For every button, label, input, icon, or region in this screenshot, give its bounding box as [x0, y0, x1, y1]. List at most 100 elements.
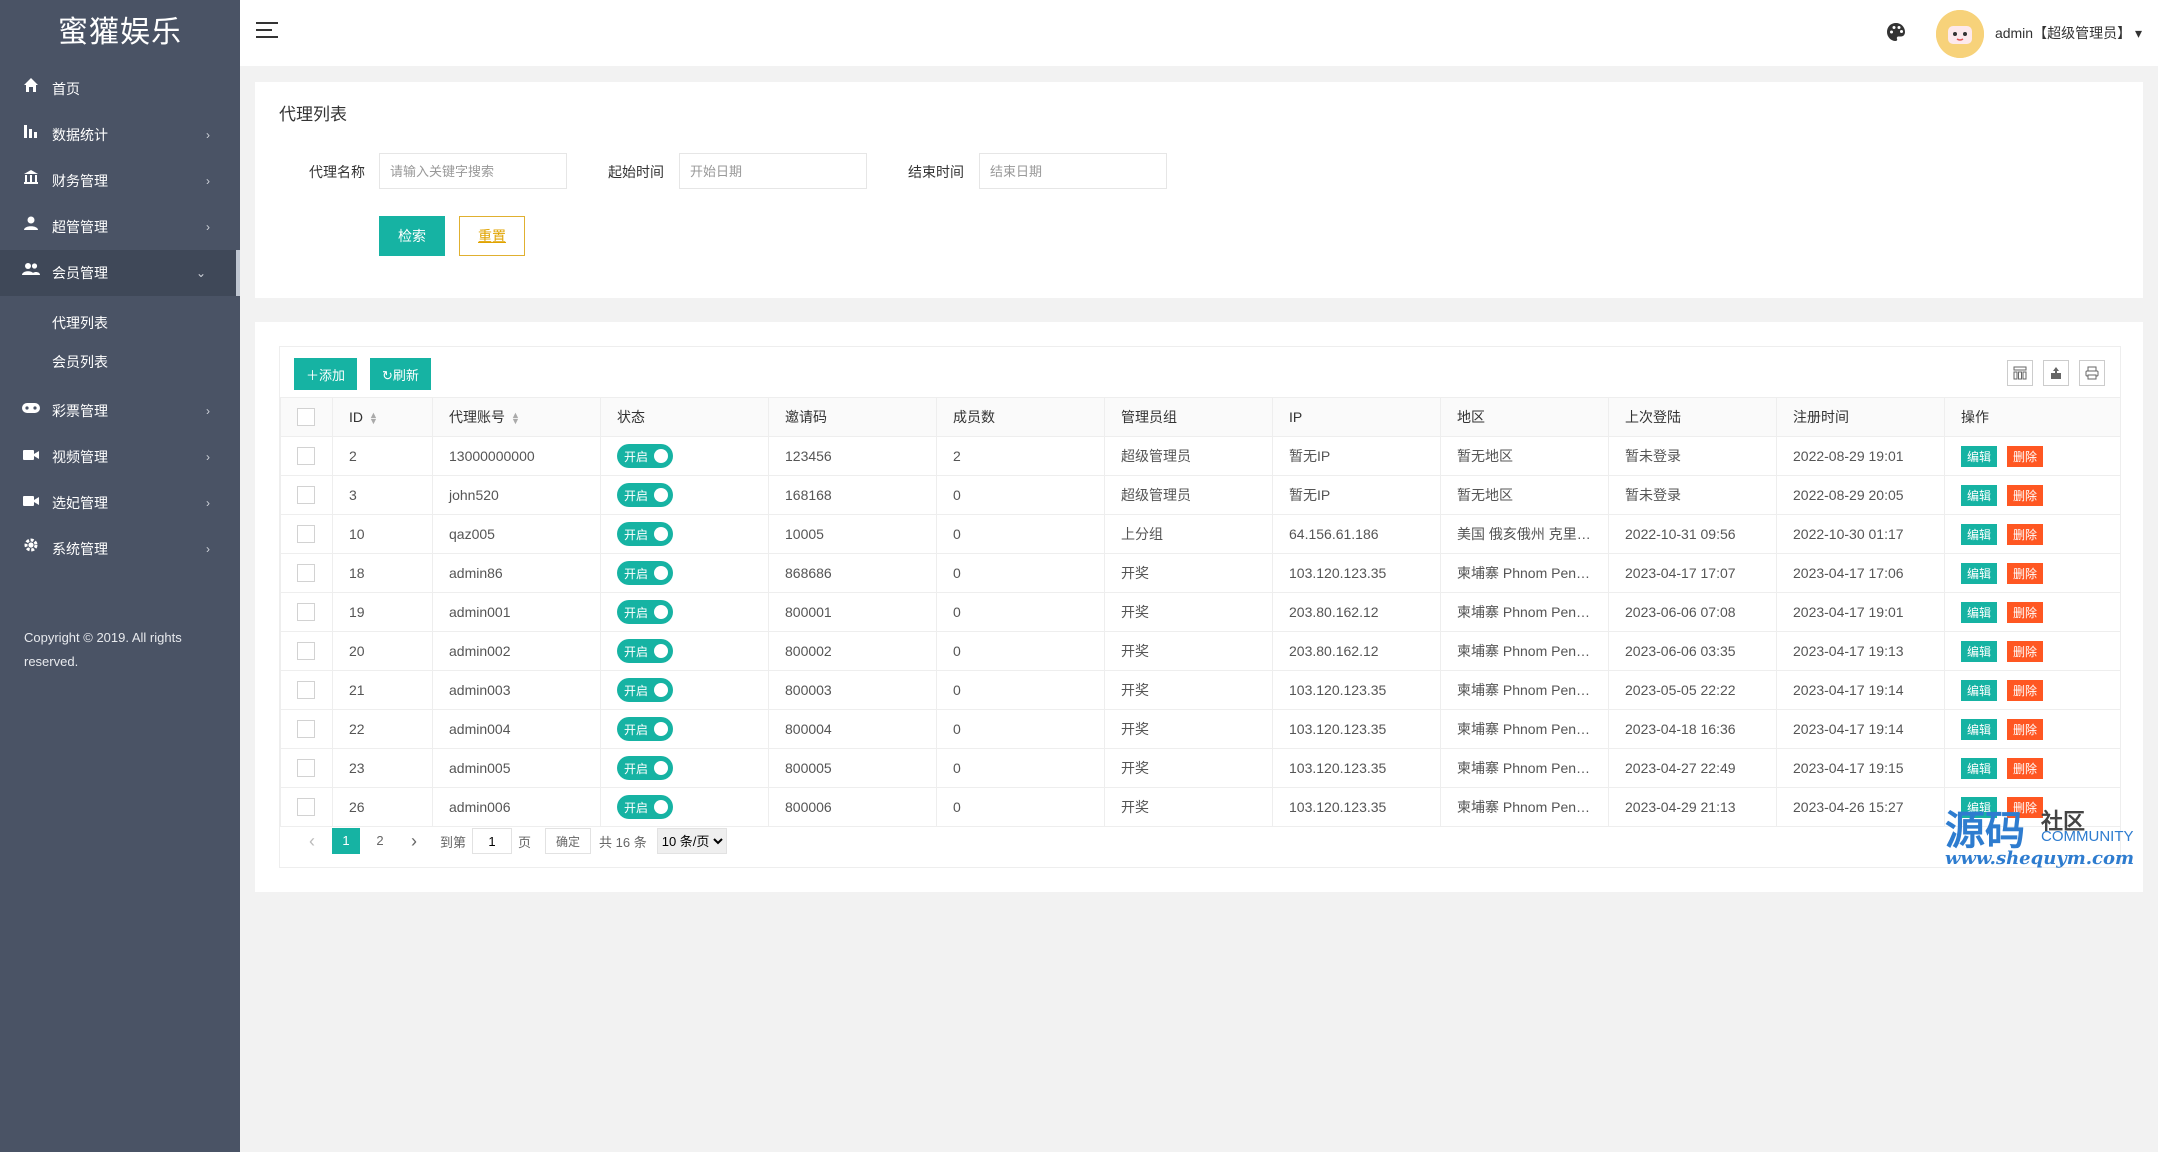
chevron-down-icon: ⌄ — [195, 266, 206, 280]
sidebar-subitem-agent-list[interactable]: 代理列表 — [0, 304, 240, 343]
edit-button[interactable]: 编辑 — [1961, 562, 1998, 584]
end-date-input[interactable] — [979, 153, 1167, 189]
next-page-button[interactable]: › — [400, 828, 428, 854]
status-toggle[interactable]: 开启 — [617, 600, 673, 624]
edit-button[interactable]: 编辑 — [1961, 445, 1998, 467]
sidebar-item-stats[interactable]: 数据统计 › — [0, 112, 240, 158]
sidebar-item-system[interactable]: 系统管理 › — [0, 526, 240, 572]
avatar[interactable] — [1936, 10, 1984, 58]
sidebar-item-members[interactable]: 会员管理 ⌄ — [0, 250, 240, 296]
reset-button[interactable]: 重置 — [459, 216, 525, 256]
edit-button[interactable]: 编辑 — [1961, 757, 1998, 779]
cell-id: 2 — [332, 436, 433, 476]
sidebar-item-finance[interactable]: 财务管理 › — [0, 158, 240, 204]
table-card: ＋添加 ↻刷新 ID ▲ ▼ 代理账号 ▲ ▼ 状态 邀请码 成员数 管理员组 … — [255, 322, 2143, 892]
chevron-right-icon: › — [206, 542, 210, 556]
sidebar-item-label: 视频管理 — [52, 449, 108, 465]
cell-invite-code: 123456 — [768, 436, 937, 476]
status-toggle-label: 开启 — [624, 800, 649, 815]
row-select-cell — [280, 514, 333, 554]
status-toggle[interactable]: 开启 — [617, 678, 673, 702]
edit-button[interactable]: 编辑 — [1961, 484, 1998, 506]
edit-button[interactable]: 编辑 — [1961, 601, 1998, 623]
edit-button[interactable]: 编辑 — [1961, 640, 1998, 662]
column-header-id[interactable]: ID ▲ ▼ — [332, 397, 433, 437]
status-toggle[interactable]: 开启 — [617, 639, 673, 663]
row-checkbox[interactable] — [297, 798, 315, 817]
print-icon[interactable] — [2079, 360, 2105, 386]
cell-account: admin006 — [432, 787, 601, 827]
palette-icon[interactable] — [1886, 22, 1908, 44]
menu-toggle-icon[interactable] — [256, 22, 278, 40]
sort-icon[interactable]: ▲ ▼ — [511, 411, 520, 426]
edit-button[interactable]: 编辑 — [1961, 679, 1998, 701]
row-checkbox[interactable] — [297, 525, 315, 544]
row-checkbox[interactable] — [297, 447, 315, 466]
delete-button[interactable]: 删除 — [2007, 679, 2044, 701]
row-select-cell — [280, 553, 333, 593]
row-checkbox[interactable] — [297, 642, 315, 661]
delete-button[interactable]: 删除 — [2007, 718, 2044, 740]
status-toggle[interactable]: 开启 — [617, 483, 673, 507]
edit-button[interactable]: 编辑 — [1961, 523, 1998, 545]
column-header-region: 地区 — [1440, 397, 1609, 437]
sidebar-item-admin[interactable]: 超管管理 › — [0, 204, 240, 250]
cell-last-login: 2023-04-29 21:13 — [1608, 787, 1777, 827]
delete-button[interactable]: 删除 — [2007, 484, 2044, 506]
row-checkbox[interactable] — [297, 759, 315, 778]
row-checkbox[interactable] — [297, 720, 315, 739]
page-button-2[interactable]: 2 — [366, 828, 394, 854]
delete-button[interactable]: 删除 — [2007, 523, 2044, 545]
status-toggle[interactable]: 开启 — [617, 717, 673, 741]
delete-button[interactable]: 删除 — [2007, 601, 2044, 623]
delete-button[interactable]: 删除 — [2007, 796, 2044, 818]
cell-actions: 编辑 删除 — [1944, 709, 2121, 749]
chevron-right-icon: › — [206, 174, 210, 188]
delete-button[interactable]: 删除 — [2007, 757, 2044, 779]
column-header-account[interactable]: 代理账号 ▲ ▼ — [432, 397, 601, 437]
delete-button[interactable]: 删除 — [2007, 640, 2044, 662]
sidebar-subitem-member-list[interactable]: 会员列表 — [0, 343, 240, 382]
delete-button[interactable]: 删除 — [2007, 562, 2044, 584]
sidebar-item-lottery[interactable]: 彩票管理 › — [0, 388, 240, 434]
columns-filter-icon[interactable] — [2007, 360, 2033, 386]
edit-button[interactable]: 编辑 — [1961, 718, 1998, 740]
page-size-select[interactable]: 10 条/页 — [656, 828, 727, 854]
column-header-members: 成员数 — [936, 397, 1105, 437]
status-toggle[interactable]: 开启 — [617, 756, 673, 780]
sidebar-item-home[interactable]: 首页 — [0, 66, 240, 112]
start-date-input[interactable] — [679, 153, 867, 189]
status-toggle[interactable]: 开启 — [617, 522, 673, 546]
cell-admin-group: 开奖 — [1104, 787, 1273, 827]
add-button[interactable]: ＋添加 — [294, 358, 358, 390]
goto-page-input[interactable] — [472, 828, 513, 854]
column-header-ip: IP — [1272, 397, 1441, 437]
cell-region: 暂无地区 — [1440, 436, 1609, 476]
agent-table: ID ▲ ▼ 代理账号 ▲ ▼ 状态 邀请码 成员数 管理员组 IP 地区 上次登陆 注… — [280, 397, 2121, 827]
table-row: 2 13000000000 开启 123456 2 超级管理员 暂无IP 暂无地区 暂未登录 20… — [280, 436, 2121, 476]
row-checkbox[interactable] — [297, 681, 315, 700]
export-icon[interactable] — [2043, 360, 2069, 386]
goto-confirm-button[interactable]: 确定 — [545, 828, 592, 854]
status-toggle[interactable]: 开启 — [617, 444, 673, 468]
sidebar-item-video[interactable]: 视频管理 › — [0, 434, 240, 480]
sidebar-item-concubine[interactable]: 选妃管理 › — [0, 480, 240, 526]
cell-invite-code: 800002 — [768, 631, 937, 671]
column-header-admin-group: 管理员组 — [1104, 397, 1273, 437]
user-menu[interactable]: admin【超级管理员】 ▾ — [1995, 0, 2142, 66]
prev-page-button[interactable]: ‹ — [298, 828, 326, 854]
row-checkbox[interactable] — [297, 564, 315, 583]
select-all-checkbox[interactable] — [297, 408, 315, 427]
sort-icon[interactable]: ▲ ▼ — [369, 411, 378, 426]
edit-button[interactable]: 编辑 — [1961, 796, 1998, 818]
status-toggle[interactable]: 开启 — [617, 561, 673, 585]
search-button[interactable]: 检索 — [379, 216, 445, 256]
delete-button[interactable]: 删除 — [2007, 445, 2044, 467]
cell-invite-code: 800001 — [768, 592, 937, 632]
agent-name-input[interactable] — [379, 153, 567, 189]
page-button-1[interactable]: 1 — [332, 828, 360, 854]
status-toggle[interactable]: 开启 — [617, 795, 673, 819]
row-checkbox[interactable] — [297, 486, 315, 505]
refresh-button[interactable]: ↻刷新 — [370, 358, 431, 390]
row-checkbox[interactable] — [297, 603, 315, 622]
